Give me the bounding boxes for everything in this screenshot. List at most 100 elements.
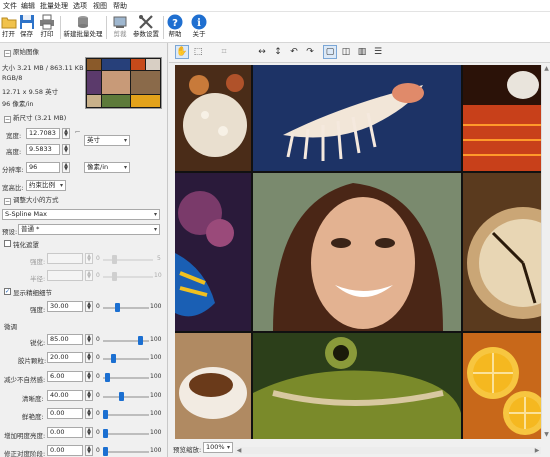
unsharp-mask-label: 钝化遮罩 xyxy=(13,241,39,249)
resize-method-section-label: 调整大小的方式 xyxy=(13,196,59,204)
printer-icon xyxy=(40,14,54,30)
scroll-right-icon[interactable]: ▶ xyxy=(533,447,541,454)
preview-area: ✋ ⬚ ⌗ ↔ ↕ ↶ ↷ ▢ ◫ ▥ ☰ ▲ ▼ 预览缩放: 100% ▾ ◀… xyxy=(169,43,550,457)
resolution-unit-select[interactable]: 像素/in ▾ xyxy=(84,162,130,173)
thumbnail-image xyxy=(86,58,161,108)
tile-coffee xyxy=(175,333,251,439)
algorithm-select[interactable]: S-Spline Max ▾ xyxy=(2,209,160,220)
last-adjust-label: 修正对度阶段: xyxy=(4,450,46,457)
crop-button[interactable]: 剪裁 xyxy=(110,13,130,42)
clarity-slider[interactable] xyxy=(119,392,125,401)
vividness-slider[interactable] xyxy=(103,410,108,419)
film-grain-field[interactable]: 20.00 xyxy=(47,352,83,363)
width-field[interactable]: 12.7083 xyxy=(26,128,60,139)
image-preview[interactable] xyxy=(175,65,541,439)
menu-view[interactable]: 视图 xyxy=(93,1,107,11)
scroll-left-icon[interactable]: ◀ xyxy=(235,447,243,454)
clarity-stepper[interactable]: ▲ ▼ xyxy=(85,390,93,401)
settings-label: 参数设置 xyxy=(133,30,159,38)
resolution-field[interactable]: 96 xyxy=(26,162,60,173)
resolution-stepper[interactable]: ▲ ▼ xyxy=(62,162,70,173)
detail-strength-slider[interactable] xyxy=(115,303,121,312)
unsharp-mask-checkbox[interactable] xyxy=(4,240,11,247)
new-batch-button[interactable]: 新建批量处理 xyxy=(63,13,103,42)
preset-value: 普通 * xyxy=(21,225,40,233)
fit-width-button[interactable]: ↔ xyxy=(255,45,269,59)
fine-detail-checkbox[interactable]: ✓ xyxy=(4,288,11,295)
original-image-section[interactable]: − 原始图像 xyxy=(4,46,39,57)
single-view-button[interactable]: ▢ xyxy=(323,45,337,59)
open-button[interactable]: 打开 xyxy=(0,13,17,42)
last-adjust-max: 100 xyxy=(150,447,162,454)
scroll-up-icon[interactable]: ▲ xyxy=(543,65,550,73)
save-button[interactable]: 保存 xyxy=(18,13,35,42)
rotate-right-button[interactable]: ↷ xyxy=(303,45,317,59)
horizontal-scrollbar[interactable]: ◀ ▶ xyxy=(235,447,541,454)
fish-coral-photo xyxy=(175,173,251,331)
split-view-button[interactable]: ◫ xyxy=(339,45,353,59)
crop-label: 剪裁 xyxy=(113,30,127,38)
vividness-stepper[interactable]: ▲ ▼ xyxy=(85,408,93,419)
last-adjust-stepper[interactable]: ▲ ▼ xyxy=(85,445,93,456)
menu-file[interactable]: 文件 xyxy=(3,1,17,11)
height-field[interactable]: 9.5833 xyxy=(26,144,60,155)
film-grain-slider[interactable] xyxy=(111,354,117,363)
hand-tool-button[interactable]: ✋ xyxy=(175,45,189,59)
menu-edit[interactable]: 编辑 xyxy=(21,1,35,11)
select-tool-button[interactable]: ⬚ xyxy=(191,45,205,59)
help-icon: ? xyxy=(167,14,183,30)
settings-button[interactable]: 参数设置 xyxy=(132,13,160,42)
resize-method-section[interactable]: − 调整大小的方式 xyxy=(4,194,59,205)
menu-help[interactable]: 帮助 xyxy=(113,1,127,11)
horizontal-arrows-icon: ↔ xyxy=(258,47,266,57)
sharpen-stepper[interactable]: ▲ ▼ xyxy=(85,334,93,345)
thumbnail-preview[interactable] xyxy=(85,57,162,109)
vividness-min: 0 xyxy=(96,410,100,417)
scroll-down-icon[interactable]: ▼ xyxy=(543,431,550,439)
unit-select[interactable]: 英寸 ▾ xyxy=(84,135,130,146)
smiling-woman-photo xyxy=(253,173,461,331)
toolbar: 打开 保存 打印 新建批量处理 剪裁 参数设置 ? 帮助 i 关于 xyxy=(0,12,550,43)
fit-height-button[interactable]: ↕ xyxy=(271,45,285,59)
preview-zoom-select[interactable]: 100% ▾ xyxy=(203,442,233,453)
aspect-ratio-value: 约束比例 xyxy=(29,181,55,189)
film-grain-stepper[interactable]: ▲ ▼ xyxy=(85,352,93,363)
sharpen-field[interactable]: 85.00 xyxy=(47,334,83,345)
clarity-field[interactable]: 40.00 xyxy=(47,390,83,401)
brightness-slider[interactable] xyxy=(103,429,108,438)
help-button[interactable]: ? 帮助 xyxy=(166,13,184,42)
clarity-min: 0 xyxy=(96,392,100,399)
height-stepper[interactable]: ▲ ▼ xyxy=(62,144,70,155)
vividness-field[interactable]: 0.00 xyxy=(47,408,83,419)
chevron-down-icon: ▾ xyxy=(226,444,230,451)
artifact-reduction-slider[interactable] xyxy=(105,373,111,382)
vertical-arrows-icon: ↕ xyxy=(274,47,282,57)
print-button[interactable]: 打印 xyxy=(38,13,56,42)
film-grain-min: 0 xyxy=(96,354,100,361)
artifact-reduction-stepper[interactable]: ▲ ▼ xyxy=(85,371,93,382)
brightness-stepper[interactable]: ▲ ▼ xyxy=(85,427,93,438)
artifact-reduction-max: 100 xyxy=(150,373,162,380)
side-by-side-button[interactable]: ▥ xyxy=(355,45,369,59)
frog-photo xyxy=(253,333,461,439)
sharpen-slider[interactable] xyxy=(137,336,143,345)
rotate-left-button[interactable]: ↶ xyxy=(287,45,301,59)
artifact-reduction-field[interactable]: 6.00 xyxy=(47,371,83,382)
preset-select[interactable]: 普通 * ▾ xyxy=(18,224,160,235)
menu-options[interactable]: 选项 xyxy=(73,1,87,11)
stacked-view-button[interactable]: ☰ xyxy=(371,45,385,59)
last-adjust-slider[interactable] xyxy=(103,447,108,456)
menu-bar: 文件 编辑 批量处理 选项 视图 帮助 xyxy=(0,0,550,12)
detail-strength-field[interactable]: 30.00 xyxy=(47,301,83,312)
menu-batch[interactable]: 批量处理 xyxy=(40,1,68,11)
width-stepper[interactable]: ▲ ▼ xyxy=(62,128,70,139)
about-button[interactable]: i 关于 xyxy=(190,13,208,42)
aspect-ratio-select[interactable]: 约束比例 ▾ xyxy=(26,180,66,191)
brightness-field[interactable]: 0.00 xyxy=(47,427,83,438)
last-adjust-field[interactable]: 0.00 xyxy=(47,445,83,456)
detail-strength-stepper[interactable]: ▲ ▼ xyxy=(85,301,93,312)
crop-icon xyxy=(113,16,127,28)
crop-tool-button[interactable]: ⌗ xyxy=(217,45,231,59)
new-size-section[interactable]: − 新尺寸 (3.21 MB) xyxy=(4,112,66,123)
vertical-scrollbar[interactable]: ▲ ▼ xyxy=(541,65,550,439)
